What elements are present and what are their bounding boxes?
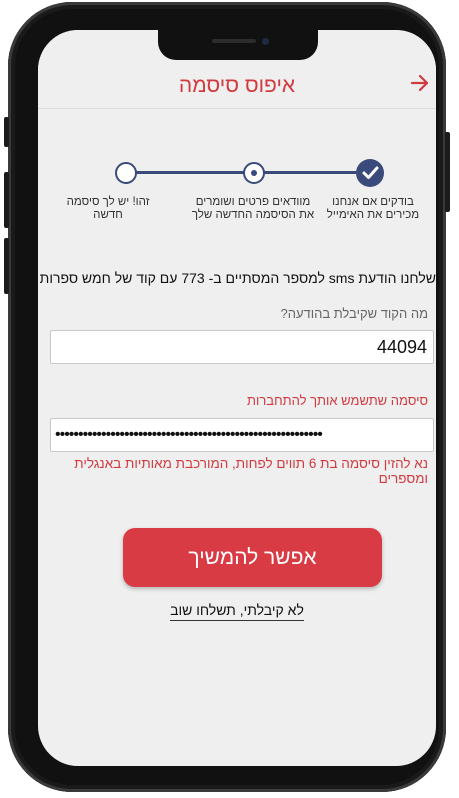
password-hint: נא להזין סיסמה בת 6 תווים לפחות, המורכבת… <box>74 456 428 486</box>
code-field-label: מה הקוד שקיבלת בהודעה? <box>280 306 428 321</box>
continue-button[interactable]: אפשר להמשיך <box>123 528 382 587</box>
speaker-grille <box>212 39 256 43</box>
power-button <box>445 132 450 212</box>
new-password-input[interactable]: ••••••••••••••••••••••••••••••••••••••••… <box>50 418 434 452</box>
volume-up-button <box>4 172 9 228</box>
step-2-label: מוודאים פרטים ושומרים את הסיסמה החדשה של… <box>191 196 315 221</box>
step-1-done-circle <box>356 159 384 187</box>
step-3-todo-circle <box>115 162 137 184</box>
step-3-label: זהו! יש לך סיסמה חדשה <box>66 196 150 221</box>
checkmark-icon <box>362 166 379 179</box>
password-field-label: סיסמה שתשמש אותך להתחברות <box>247 393 428 408</box>
resend-code-link[interactable]: לא קיבלתי, תשלחו שוב <box>170 602 304 621</box>
code-value: 44094 <box>376 337 427 357</box>
progress-stepper: בודקים אם אנחנו מכירים את האימייל מוודאי… <box>38 150 436 240</box>
resend-code-link-wrapper: לא קיבלתי, תשלחו שוב <box>38 602 436 621</box>
step-1-label: בודקים אם אנחנו מכירים את האימייל <box>326 196 420 221</box>
volume-down-button <box>4 238 9 294</box>
arrow-right-icon[interactable] <box>410 72 430 94</box>
phone-frame: איפוס סיסמה בודקים אם אנחנו מכירים את הא… <box>4 2 450 792</box>
app-screen: איפוס סיסמה בודקים אם אנחנו מכירים את הא… <box>38 30 436 766</box>
sms-info-text: שלחנו הודעת sms למספר המסתיים ב- 773 עם … <box>39 270 436 286</box>
phone-notch <box>158 30 318 60</box>
password-value: ••••••••••••••••••••••••••••••••••••••••… <box>55 426 323 443</box>
step-2-current-circle <box>243 162 265 184</box>
page-title: איפוס סיסמה <box>178 74 296 97</box>
mute-switch <box>4 117 9 147</box>
front-camera <box>262 38 269 45</box>
stepper-line-left <box>124 171 254 174</box>
verification-code-input[interactable]: 44094 <box>50 330 434 364</box>
stepper-line-right <box>254 171 360 174</box>
